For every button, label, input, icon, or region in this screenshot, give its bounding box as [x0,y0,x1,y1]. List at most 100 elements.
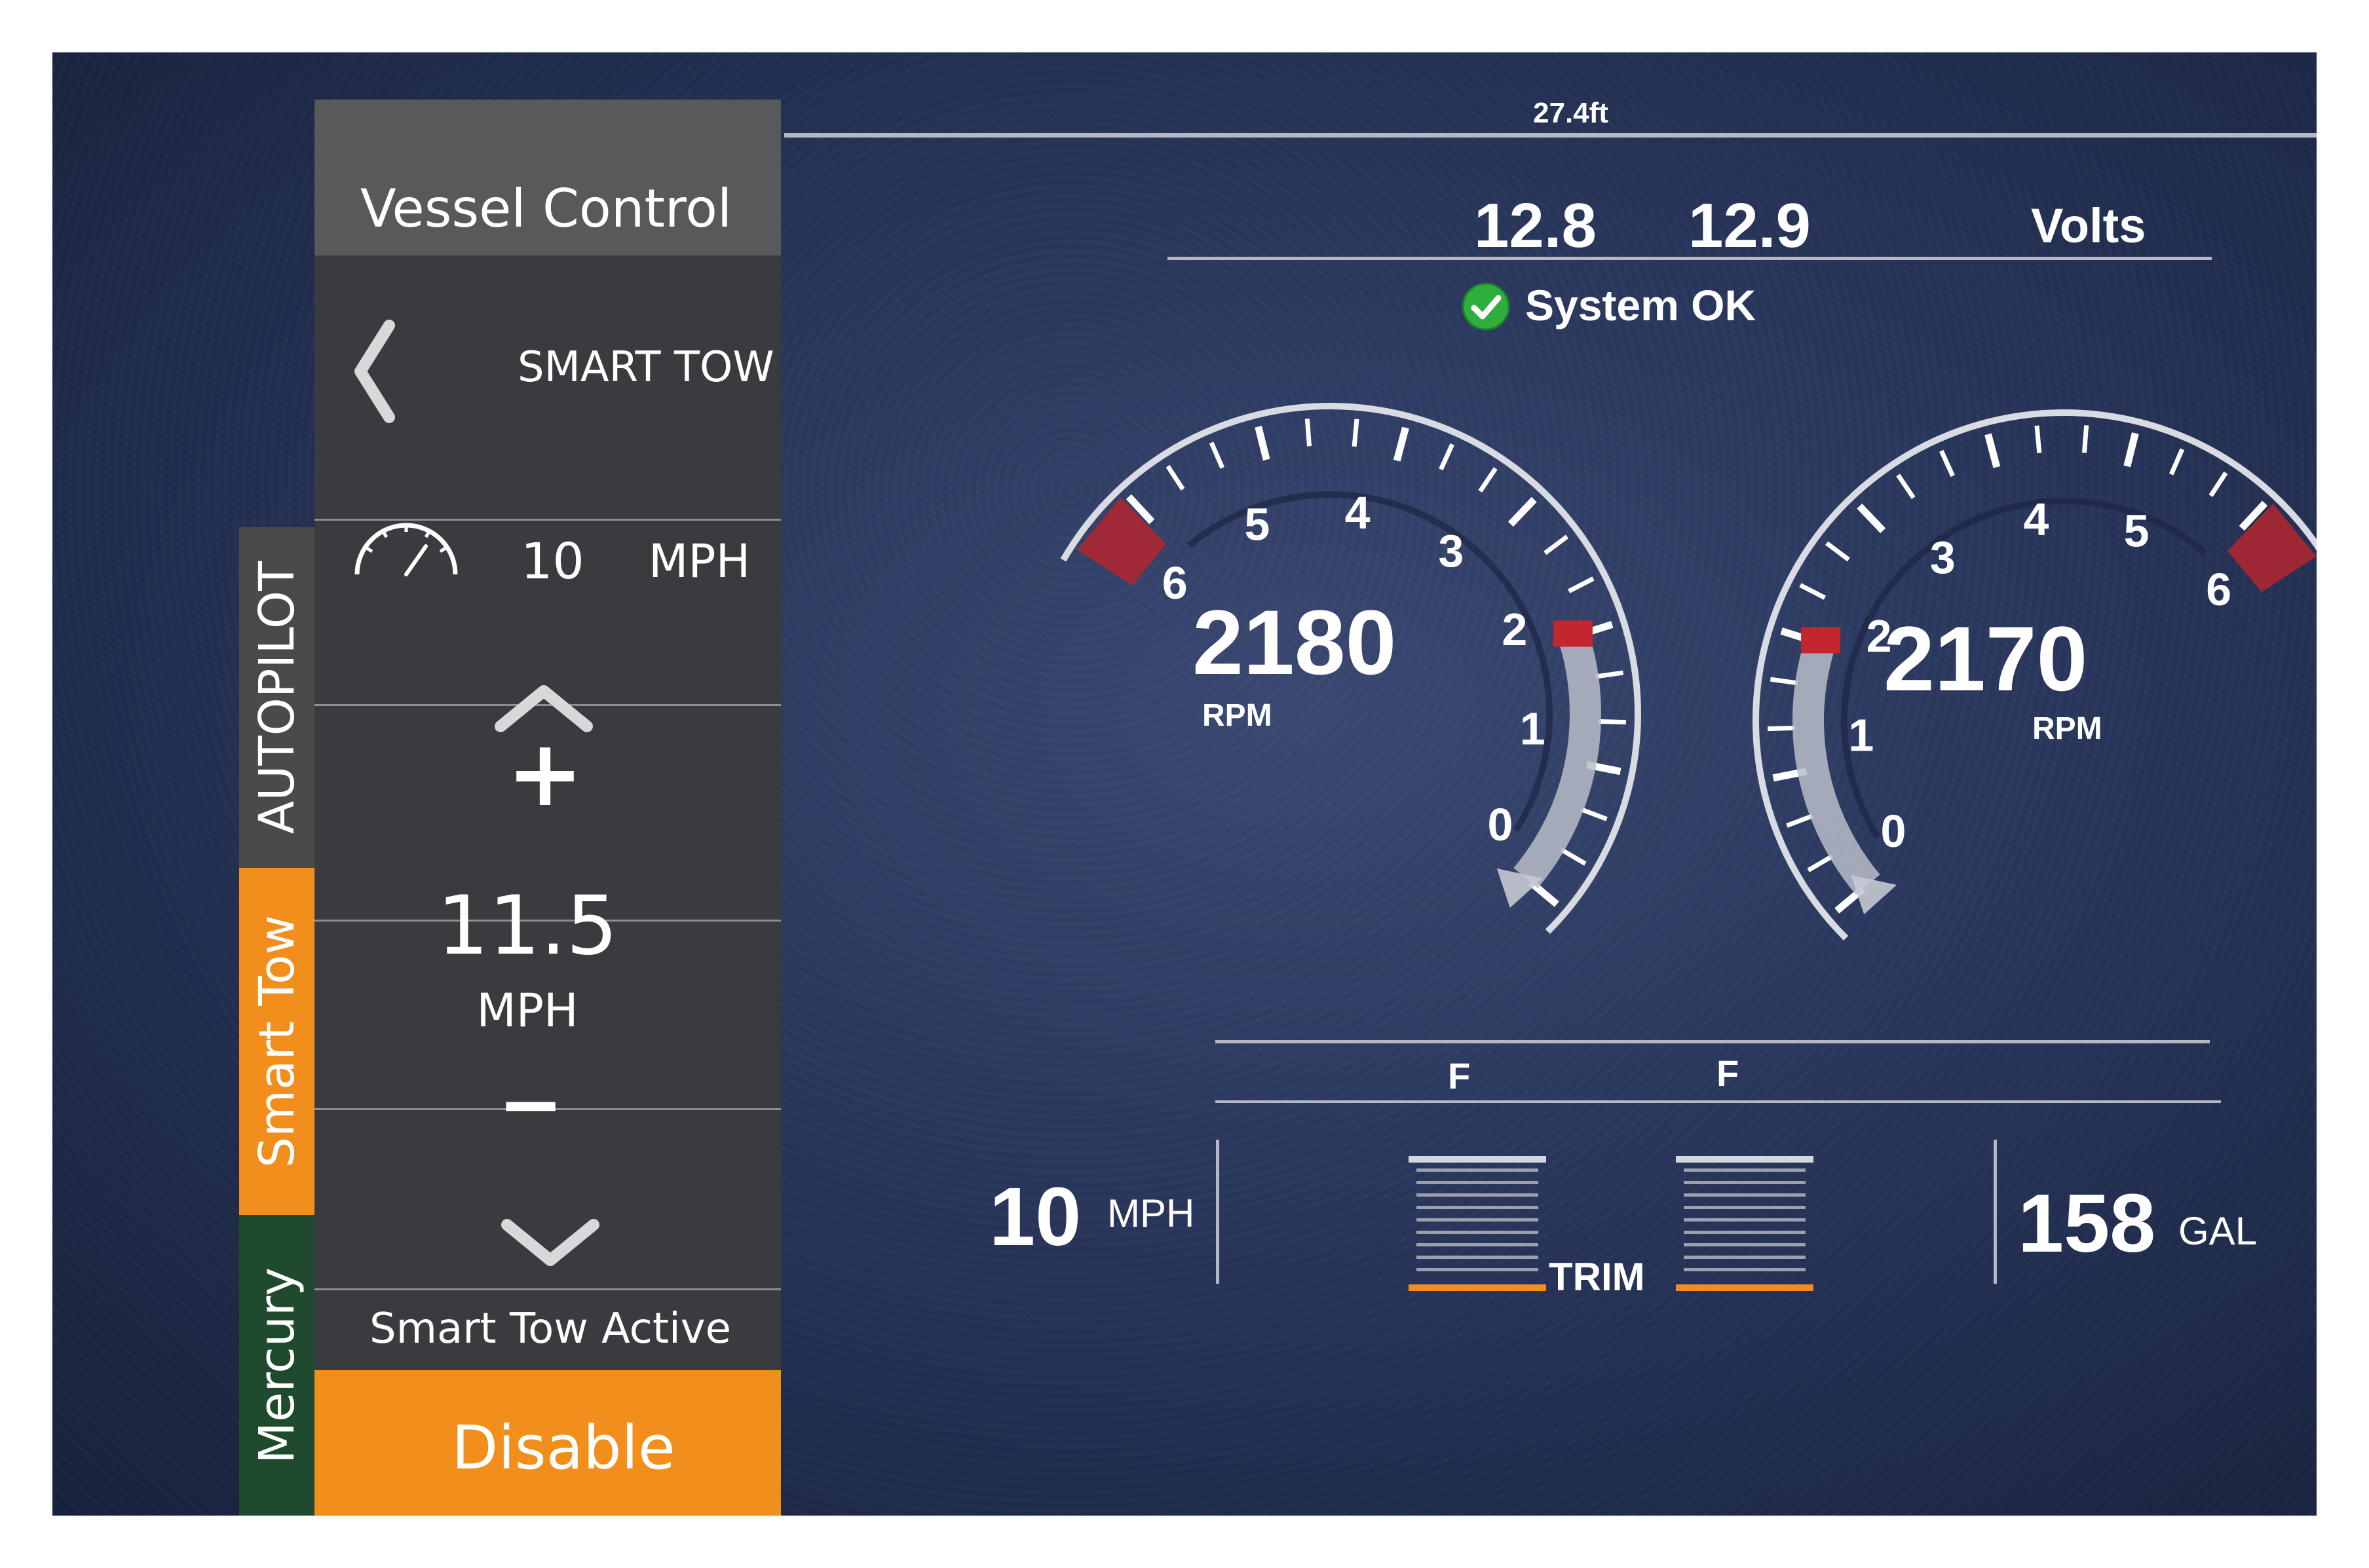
current-speed-value: 10 [521,532,584,590]
tach-tick-label: 1 [1520,703,1545,755]
tach-tick-label: 0 [1488,799,1513,850]
disable-button[interactable]: Disable [314,1370,781,1516]
top-rule [784,133,2317,138]
tach-tick-label: 0 [1881,806,1906,857]
rpm-left-label: RPM [1202,698,1272,733]
tach-tick [2208,471,2228,497]
speed-unit: MPH [1107,1191,1195,1235]
trim-line [1416,1256,1538,1259]
tach-tick-label: 6 [1162,557,1188,608]
trim-line [1684,1193,1806,1197]
current-speed-unit: MPH [649,534,751,588]
tach-tick [1807,854,1834,872]
trim-line [1416,1193,1538,1197]
trim-line [1684,1181,1806,1184]
tach-tick-label: 2 [1502,604,1527,655]
set-speed-value: 11.5 [436,879,618,973]
volts-label: Volts [2031,198,2146,253]
chevron-down-icon[interactable] [498,1213,603,1272]
tab-smart-tow-label: Smart Tow [248,915,305,1168]
tab-mercury-label: Mercury [248,1267,305,1464]
check-icon [1462,282,1510,331]
tach-tick [1209,441,1225,469]
tach-tick [1478,467,1498,493]
tach-tick [1598,719,1626,725]
tach-tick [2034,425,2042,454]
tach-tick [1507,496,1537,527]
trim-right-gauge [1676,1156,1813,1294]
trim-line [1684,1218,1806,1222]
tach-tick [1896,474,1916,500]
tach-tick-label: 5 [2124,506,2150,557]
speed-separator [1216,1140,1219,1284]
tach-tick [1857,503,1886,534]
decrease-speed-button[interactable]: − [314,1066,747,1144]
trim-line [1416,1168,1538,1172]
tach-tick-label: 4 [1345,487,1371,538]
tach-tick [1799,583,1826,600]
panel-header: Vessel Control [314,100,781,255]
set-speed-unit: MPH [476,984,578,1037]
back-chevron-icon[interactable] [349,319,401,424]
trim-line [1416,1268,1538,1271]
speed-value: 10 [989,1170,1082,1263]
trim-indicator [1409,1284,1546,1291]
fuel-value: 158 [2018,1177,2156,1269]
tach-tick [1393,426,1409,462]
tach-tick [1825,541,1850,562]
tab-smart-tow[interactable]: Smart Tow [239,868,314,1215]
trim-right-label: F [1716,1053,1739,1094]
rpm-fill-band [1513,630,1601,889]
trim-left-gauge [1409,1156,1546,1294]
tach-tick [1304,419,1312,447]
trim-line [1409,1156,1546,1163]
volts-right-value: 12.9 [1688,191,1811,261]
trim-line [1416,1181,1538,1184]
tach-tick [1770,677,1798,686]
rpm-left-value: 2180 [1192,591,1397,694]
trim-rule-bottom [1215,1100,2221,1103]
redline-band [2227,504,2317,592]
depth-readout: 27.4ft [1533,97,1608,129]
rpm-fill-band [1792,637,1880,895]
tach-tick-label: 5 [1244,499,1270,550]
tab-mercury[interactable]: Mercury [239,1215,314,1516]
smart-tow-status: Smart Tow Active [370,1305,731,1353]
tach-tick-label: 1 [1848,710,1874,761]
tach-tick [1984,433,2001,468]
tach-tick-label: 6 [2206,564,2231,615]
panel-title: Vessel Control [360,178,732,239]
trim-label: TRIM [1549,1255,1645,1299]
tach-tick [2123,432,2139,468]
trim-left-label: F [1448,1055,1471,1096]
rpm-pointer [1553,620,1593,647]
trim-line [1684,1268,1806,1271]
volts-rule [1167,257,2212,260]
vessel-control-panel: Vessel Control SMART TOW 10 MPH + 11.5 M… [314,100,781,1516]
trim-line [1416,1231,1538,1234]
trim-line [1416,1206,1538,1209]
trim-line [1684,1231,1806,1234]
trim-indicator [1676,1284,1813,1291]
rpm-pointer [1801,627,1841,654]
tach-tick [1166,464,1185,491]
trim-line [1684,1243,1806,1246]
tach-tick [1786,813,1813,828]
tab-autopilot[interactable]: AUTOPILOT [239,527,314,868]
tach-tick [1939,449,1955,477]
fuel-separator [1994,1140,1997,1284]
helm-display: AUTOPILOT Smart Tow Mercury Vessel Contr… [52,52,2317,1516]
tach-tick [1255,426,1270,461]
tach-tick-label: 4 [2023,494,2049,545]
tach-tick [1568,576,1595,593]
rpm-right-label: RPM [2032,711,2102,746]
tach-tick [1560,848,1587,866]
tach-tick [2081,425,2089,453]
trim-line [1684,1168,1806,1172]
tach-tick-label: 3 [1438,525,1464,576]
system-status: System OK [1525,281,1756,329]
increase-speed-button[interactable]: + [493,728,597,820]
tach-tick-label: 3 [1930,532,1956,583]
trim-line [1416,1243,1538,1246]
tach-tick [1439,443,1454,471]
